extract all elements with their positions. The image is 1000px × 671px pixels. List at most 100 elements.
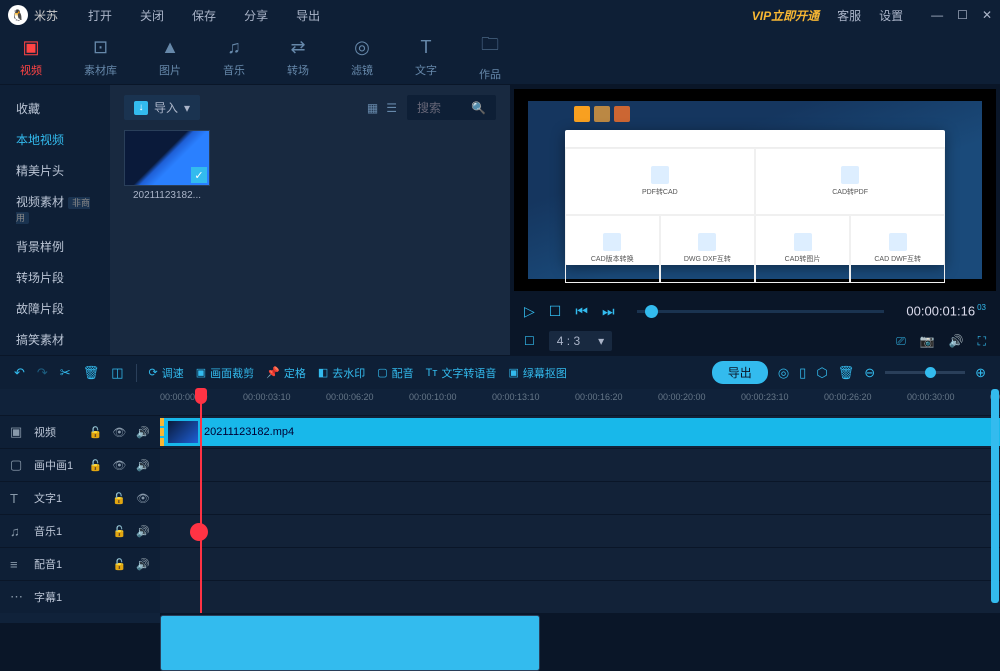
track-pip: ▢画中画1🔓👁🔊 <box>0 448 1000 481</box>
tab-video[interactable]: ▣视频 <box>20 37 42 78</box>
app-name: 米苏 <box>34 7 58 24</box>
zoom-out-button[interactable]: ⊖ <box>864 365 875 381</box>
app-logo: 🐧 <box>8 5 28 25</box>
media-filename: 20211123182... <box>124 190 210 201</box>
tab-filter[interactable]: ◎滤镜 <box>351 37 373 78</box>
aspect-ratio-select[interactable]: 4 : 3▾ <box>549 331 612 351</box>
zoom-in-button[interactable]: ⊕ <box>975 365 986 381</box>
dub-icon: ≡ <box>10 557 24 572</box>
snapshot-icon[interactable]: ⎚ <box>896 334 906 349</box>
stop-button[interactable]: ☐ <box>549 303 562 320</box>
main-menu: 打开 关闭 保存 分享 导出 <box>88 7 320 24</box>
track-dub: ≡配音1🔓🔊 <box>0 547 1000 580</box>
dubbing-button[interactable]: ▢配音 <box>377 365 413 381</box>
fullscreen-icon[interactable]: ⛶ <box>978 334 986 349</box>
tab-text[interactable]: T文字 <box>415 37 437 78</box>
ruler-tick: 00:00:03:10 <box>243 392 291 402</box>
import-icon: ↓ <box>134 101 148 115</box>
zoom-slider[interactable] <box>885 371 965 374</box>
audio-marker[interactable] <box>190 523 208 541</box>
titlebar: 🐧 米苏 打开 关闭 保存 分享 导出 VIP立即开通 客服 设置 — ☐ ✕ <box>0 0 1000 30</box>
greenscreen-button[interactable]: ▣绿幕抠图 <box>508 365 566 381</box>
menu-close[interactable]: 关闭 <box>140 7 164 24</box>
ruler-tick: 00:00:16:20 <box>575 392 623 402</box>
camera-icon[interactable]: 📷 <box>920 334 935 349</box>
speaker-icon[interactable]: 🔊 <box>136 426 150 439</box>
ruler-tick: 00:00:26:20 <box>824 392 872 402</box>
tab-music[interactable]: ♫音乐 <box>223 37 245 78</box>
tab-works[interactable]: 🗀作品 <box>479 32 501 82</box>
crop-button[interactable]: ◫ <box>111 365 123 381</box>
track-subtitle: ⋯字幕1 <box>0 580 1000 613</box>
media-thumbnail: ✓ <box>124 130 210 186</box>
customer-service[interactable]: 客服 <box>837 7 861 24</box>
preview-panel: PDF转CAD CAD转PDF CAD版本转换 DWG DXF互转 CAD转图片… <box>510 85 1000 355</box>
timeline-panel: 00:00:00:0000:00:03:1000:00:06:2000:00:1… <box>0 389 1000 623</box>
sidebar-favorites[interactable]: 收藏 <box>0 93 110 124</box>
undo-button[interactable]: ↶ <box>14 365 25 381</box>
text-icon: T <box>421 37 432 58</box>
media-panel: ↓导入▾ ▦ ☰ 搜索🔍 ✓ 20211123182... <box>110 85 510 355</box>
settings[interactable]: 设置 <box>879 7 903 24</box>
aspect-icon: ☐ <box>524 334 535 348</box>
tag-button[interactable]: ⬡ <box>816 365 827 381</box>
menu-open[interactable]: 打开 <box>88 7 112 24</box>
play-button[interactable]: ▷ <box>524 303 535 320</box>
grid-view-icon[interactable]: ▦ <box>367 101 378 115</box>
freeze-frame-button[interactable]: 📌定格 <box>266 365 306 381</box>
speed-button[interactable]: ⟳调速 <box>149 365 184 381</box>
remove-watermark-button[interactable]: ◧去水印 <box>318 365 365 381</box>
tab-library[interactable]: ⊡素材库 <box>84 37 117 78</box>
redo-button[interactable]: ↷ <box>37 365 48 381</box>
crop-frame-button[interactable]: ▣画面裁剪 <box>196 365 254 381</box>
export-button[interactable]: 导出 <box>712 361 768 384</box>
ruler-tick: 00:00:30:00 <box>907 392 955 402</box>
time-ruler[interactable]: 00:00:00:0000:00:03:1000:00:06:2000:00:1… <box>0 389 1000 415</box>
sidebar-intro[interactable]: 精美片头 <box>0 155 110 186</box>
maximize-button[interactable]: ☐ <box>957 8 968 22</box>
menu-share[interactable]: 分享 <box>244 7 268 24</box>
horizontal-scrollbar[interactable] <box>0 613 1000 623</box>
minimize-button[interactable]: — <box>931 8 943 22</box>
vip-banner[interactable]: VIP立即开通 <box>752 7 819 24</box>
list-view-icon[interactable]: ☰ <box>386 101 397 115</box>
sidebar-transition-clip[interactable]: 转场片段 <box>0 262 110 293</box>
timecode: 00:00:01:1603 <box>906 303 986 318</box>
lock-icon[interactable]: 🔓 <box>89 426 103 439</box>
tab-transition[interactable]: ⇄转场 <box>287 37 309 78</box>
sidebar-local-video[interactable]: 本地视频 <box>0 124 110 155</box>
ruler-tick: 00:00:23:10 <box>741 392 789 402</box>
preview-progress-slider[interactable] <box>637 310 885 313</box>
video-clip[interactable]: 20211123182.mp4 <box>160 418 1000 446</box>
cut-button[interactable]: ✂ <box>60 365 71 381</box>
library-icon: ⊡ <box>93 37 108 58</box>
tts-button[interactable]: Tᴛ文字转语音 <box>426 365 497 381</box>
text-track-icon: T <box>10 491 24 506</box>
next-frame-button[interactable]: ⏭ <box>602 303 615 320</box>
tab-image[interactable]: ▲图片 <box>159 37 181 78</box>
track-video: ▣视频🔓👁🔊 20211123182.mp4 <box>0 415 1000 448</box>
delete-button[interactable]: 🗑 <box>83 365 100 381</box>
volume-icon[interactable]: 🔊 <box>949 334 964 349</box>
eye-icon[interactable]: 👁 <box>112 426 126 439</box>
search-input[interactable]: 搜索🔍 <box>407 95 496 120</box>
preview-screen: PDF转CAD CAD转PDF CAD版本转换 DWG DXF互转 CAD转图片… <box>514 89 996 291</box>
vertical-scrollbar[interactable] <box>991 389 999 603</box>
sidebar-background[interactable]: 背景样例 <box>0 231 110 262</box>
category-tabs: ▣视频 ⊡素材库 ▲图片 ♫音乐 ⇄转场 ◎滤镜 T文字 🗀作品 <box>0 30 1000 85</box>
music-track-icon: ♫ <box>10 524 24 539</box>
delete-zone-button[interactable]: 🗑 <box>838 365 855 381</box>
transition-icon: ⇄ <box>290 37 305 58</box>
sidebar-video-material[interactable]: 视频素材非商用 <box>0 186 110 231</box>
prev-frame-button[interactable]: ⏮ <box>575 303 588 320</box>
sidebar-funny[interactable]: 搞笑素材 <box>0 324 110 355</box>
menu-save[interactable]: 保存 <box>192 7 216 24</box>
ruler-tick: 00:00:00:00 <box>160 392 208 402</box>
media-item[interactable]: ✓ 20211123182... <box>124 130 210 201</box>
mark-button[interactable]: ◎ <box>778 365 789 381</box>
close-button[interactable]: ✕ <box>982 8 992 22</box>
lock-button[interactable]: ▯ <box>799 365 806 381</box>
sidebar-glitch[interactable]: 故障片段 <box>0 293 110 324</box>
menu-export[interactable]: 导出 <box>296 7 320 24</box>
import-button[interactable]: ↓导入▾ <box>124 95 200 120</box>
